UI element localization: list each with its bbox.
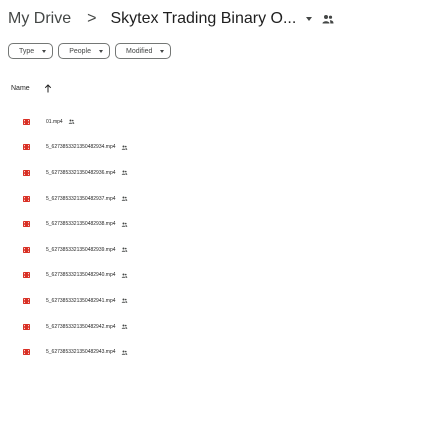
shared-people-icon xyxy=(121,324,127,329)
file-name: 5_6273853321350482942.mp4 xyxy=(46,323,116,330)
video-file-icon xyxy=(23,349,30,356)
file-name: 5_6273853321350482940.mp4 xyxy=(46,272,116,279)
file-name-cell: 5_6273853321350482941.mp4 xyxy=(46,298,128,304)
file-row[interactable]: 01.mp4 xyxy=(0,109,438,135)
type-filter-label: Type xyxy=(19,47,35,55)
chevron-down-icon[interactable] xyxy=(306,17,313,21)
breadcrumb-my-drive[interactable]: My Drive xyxy=(8,10,71,28)
file-name: 01.mp4 xyxy=(46,118,63,125)
chevron-down-icon xyxy=(42,49,47,53)
file-name: 5_6273853321350482934.mp4 xyxy=(46,144,116,151)
file-row[interactable]: 5_6273853321350482943.mp4 xyxy=(0,339,438,365)
modified-filter-chip[interactable]: Modified xyxy=(114,43,172,59)
file-name-cell: 5_6273853321350482937.mp4 xyxy=(46,196,128,202)
shared-people-icon xyxy=(121,247,127,253)
file-name-cell: 5_6273853321350482938.mp4 xyxy=(46,221,128,227)
shared-people-icon xyxy=(121,298,127,304)
shared-people-icon xyxy=(322,15,334,24)
filter-bar: Type People Modified xyxy=(8,43,172,59)
file-name-cell: 5_6273853321350482936.mp4 xyxy=(46,170,128,176)
file-list: 01.mp4 5_6273853321350482934.mp4 5_6273853… xyxy=(0,109,438,365)
sort-ascending-arrow-icon[interactable] xyxy=(44,84,52,93)
chevron-down-icon xyxy=(98,49,103,53)
video-file-icon xyxy=(23,118,30,125)
file-row[interactable]: 5_6273853321350482939.mp4 xyxy=(0,237,438,263)
file-name: 5_6273853321350482937.mp4 xyxy=(46,195,116,202)
breadcrumb-separator: > xyxy=(87,10,97,27)
file-name: 5_6273853321350482943.mp4 xyxy=(46,349,116,356)
chevron-down-icon xyxy=(160,49,165,53)
file-name-cell: 5_6273853321350482934.mp4 xyxy=(46,144,128,150)
file-name-cell: 5_6273853321350482943.mp4 xyxy=(46,349,128,355)
shared-people-icon xyxy=(121,222,127,227)
file-name-cell: 5_6273853321350482942.mp4 xyxy=(46,324,128,330)
video-file-icon xyxy=(23,297,30,304)
shared-people-icon xyxy=(121,196,127,201)
file-row[interactable]: 5_6273853321350482942.mp4 xyxy=(0,314,438,340)
video-file-icon xyxy=(23,323,30,330)
video-file-icon xyxy=(23,246,30,253)
name-column-header[interactable]: Name xyxy=(11,84,52,93)
file-name-cell: 5_6273853321350482940.mp4 xyxy=(46,272,128,278)
file-name: 5_6273853321350482936.mp4 xyxy=(46,169,116,176)
shared-people-icon xyxy=(121,350,127,355)
modified-filter-label: Modified xyxy=(125,47,153,55)
breadcrumb: My Drive > Skytex Trading Binary O... xyxy=(8,8,334,30)
file-name-cell: 5_6273853321350482939.mp4 xyxy=(46,247,128,253)
file-row[interactable]: 5_6273853321350482941.mp4 xyxy=(0,288,438,314)
video-file-icon xyxy=(23,144,30,151)
file-name-cell: 01.mp4 xyxy=(46,119,75,125)
shared-people-icon xyxy=(121,170,127,176)
shared-people-icon xyxy=(121,273,127,278)
file-name: 5_6273853321350482939.mp4 xyxy=(46,246,116,253)
shared-people-icon xyxy=(121,145,127,150)
people-filter-label: People xyxy=(69,47,91,55)
name-column-label: Name xyxy=(11,85,30,92)
file-name: 5_6273853321350482938.mp4 xyxy=(46,221,116,228)
video-file-icon xyxy=(23,195,30,202)
file-row[interactable]: 5_6273853321350482940.mp4 xyxy=(0,263,438,289)
shared-people-icon xyxy=(68,119,74,125)
file-name: 5_6273853321350482941.mp4 xyxy=(46,297,116,304)
breadcrumb-current-folder[interactable]: Skytex Trading Binary O... xyxy=(110,10,296,28)
file-row[interactable]: 5_6273853321350482934.mp4 xyxy=(0,135,438,161)
video-file-icon xyxy=(23,169,30,176)
file-row[interactable]: 5_6273853321350482937.mp4 xyxy=(0,186,438,212)
file-row[interactable]: 5_6273853321350482936.mp4 xyxy=(0,160,438,186)
video-file-icon xyxy=(23,221,30,228)
video-file-icon xyxy=(23,272,30,279)
type-filter-chip[interactable]: Type xyxy=(8,43,54,59)
people-filter-chip[interactable]: People xyxy=(58,43,110,59)
file-row[interactable]: 5_6273853321350482938.mp4 xyxy=(0,211,438,237)
